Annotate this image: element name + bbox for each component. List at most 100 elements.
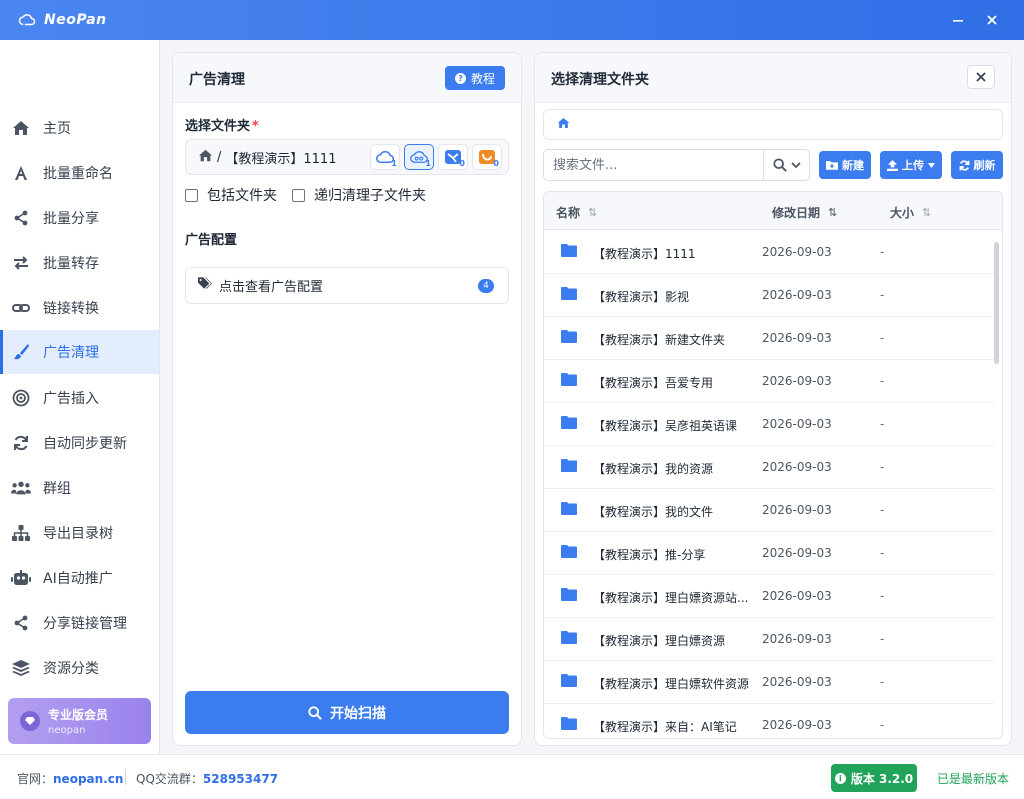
- sidebar-item-label: 批量转存: [43, 256, 99, 272]
- table-row[interactable]: 【教程演示】影视 2026-09-03 -: [544, 274, 994, 317]
- checkbox-box[interactable]: [185, 188, 198, 202]
- row-name: 【教程演示】1111: [593, 247, 696, 261]
- sidebar-item-label: AI自动推广: [43, 571, 113, 587]
- recursive-clean-label: 递归清理子文件夹: [314, 188, 426, 204]
- row-date: 2026-09-03: [762, 288, 832, 302]
- sidebar-item-batch-share[interactable]: 批量分享: [0, 196, 159, 240]
- folder-icon: [561, 631, 577, 644]
- ad-clean-panel: 广告清理 ? 教程 选择文件夹 * / 【教程演示】1111 1 1 0 0 包…: [172, 52, 522, 746]
- row-date: 2026-09-03: [762, 374, 832, 388]
- sidebar-item-label: 广告插入: [43, 391, 99, 407]
- sidebar-item-ad-clean[interactable]: 广告清理: [0, 330, 159, 374]
- search-icon: [772, 158, 787, 172]
- sidebar-item-export-tree[interactable]: 导出目录树: [0, 511, 159, 555]
- breadcrumb-home-icon[interactable]: [557, 117, 570, 133]
- info-icon: i: [834, 772, 846, 784]
- home-icon: [11, 118, 31, 138]
- column-date-header[interactable]: 修改日期 ⇅: [772, 204, 837, 221]
- row-name: 【教程演示】理白嫖资源站...: [593, 591, 749, 605]
- scrollbar-thumb[interactable]: [994, 242, 999, 364]
- close-panel-button[interactable]: [967, 65, 995, 89]
- exchange-icon: [11, 253, 31, 273]
- sidebar-item-home[interactable]: 主页: [0, 106, 159, 150]
- sidebar-item-groups[interactable]: 群组: [0, 466, 159, 510]
- refresh-button[interactable]: 刷新: [951, 151, 1003, 179]
- chevron-down-icon: [790, 161, 801, 168]
- start-scan-button[interactable]: 开始扫描: [185, 691, 509, 734]
- table-row[interactable]: 【教程演示】吴彦祖英语课 2026-09-03 -: [544, 403, 994, 446]
- robot-icon: [11, 568, 31, 588]
- cloud-logo-icon: [18, 14, 36, 26]
- folder-icon: [561, 244, 577, 257]
- table-row[interactable]: 【教程演示】推-分享 2026-09-03 -: [544, 532, 994, 575]
- sidebar-item-batch-rename[interactable]: 批量重命名: [0, 151, 159, 195]
- table-row[interactable]: 【教程演示】我的资源 2026-09-03 -: [544, 446, 994, 489]
- sidebar-item-label: 群组: [43, 481, 71, 497]
- table-row[interactable]: 【教程演示】理白嫖资源站... 2026-09-03 -: [544, 575, 994, 618]
- table-row[interactable]: 【教程演示】新建文件夹 2026-09-03 -: [544, 317, 994, 360]
- folder-icon: [561, 373, 577, 386]
- ad-config-link[interactable]: 点击查看广告配置 4: [185, 267, 509, 304]
- panel-header: 广告清理 ? 教程: [173, 53, 521, 103]
- sidebar-item-resource-category[interactable]: 资源分类: [0, 646, 159, 690]
- panel-header: 选择清理文件夹: [535, 53, 1011, 103]
- share-alt-icon: [11, 613, 31, 633]
- share-icon: [11, 208, 31, 228]
- row-name: 【教程演示】理白嫖资源: [593, 634, 726, 648]
- search-input[interactable]: [553, 151, 763, 179]
- row-size: -: [880, 460, 885, 474]
- folder-icon: [561, 502, 577, 515]
- version-button[interactable]: i 版本 3.2.0: [831, 764, 917, 792]
- sidebar-item-ad-insert[interactable]: 广告插入: [0, 376, 159, 420]
- folder-icon: [561, 459, 577, 472]
- drive-tianyi-button[interactable]: 0: [438, 144, 468, 170]
- upload-button[interactable]: 上传: [880, 151, 942, 179]
- new-folder-button[interactable]: 新建: [819, 151, 871, 179]
- table-row[interactable]: 【教程演示】理白嫖软件资源 2026-09-03 -: [544, 661, 994, 704]
- vip-card[interactable]: 专业版会员 neopan: [8, 698, 151, 744]
- folder-icon: [561, 416, 577, 429]
- tutorial-button[interactable]: ? 教程: [444, 66, 505, 90]
- row-name: 【教程演示】推-分享: [593, 548, 706, 562]
- close-window-button[interactable]: [972, 0, 1012, 40]
- sidebar-item-share-link-manage[interactable]: 分享链接管理: [0, 601, 159, 645]
- row-date: 2026-09-03: [762, 546, 832, 560]
- row-size: -: [880, 374, 885, 388]
- official-site[interactable]: 官网：neopan.cn: [17, 770, 123, 787]
- brush-icon: [11, 342, 31, 362]
- include-folder-checkbox[interactable]: 包括文件夹: [185, 185, 277, 205]
- footer: 官网：neopan.cn QQ交流群：528953477 i 版本 3.2.0 …: [0, 754, 1024, 799]
- drive-uc-button[interactable]: 0: [472, 144, 502, 170]
- layers-icon: [11, 658, 31, 678]
- caret-down-icon: [928, 162, 935, 168]
- table-row[interactable]: 【教程演示】吾爱专用 2026-09-03 -: [544, 360, 994, 403]
- sidebar-item-batch-transfer[interactable]: 批量转存: [0, 241, 159, 285]
- sidebar-item-link-convert[interactable]: 链接转换: [0, 286, 159, 330]
- column-size-header[interactable]: 大小 ⇅: [890, 204, 931, 221]
- link-icon: [11, 298, 31, 318]
- select-folder-label: 选择文件夹 *: [185, 119, 259, 134]
- table-row[interactable]: 【教程演示】理白嫖资源 2026-09-03 -: [544, 618, 994, 661]
- row-name: 【教程演示】吾爱专用: [593, 376, 714, 390]
- table-row[interactable]: 【教程演示】1111 2026-09-03 -: [544, 231, 994, 274]
- include-folder-label: 包括文件夹: [207, 188, 277, 204]
- qq-group[interactable]: QQ交流群：528953477: [136, 770, 278, 787]
- folder-icon: [561, 717, 577, 730]
- search-button[interactable]: [763, 150, 809, 180]
- drive-cloud-button[interactable]: 1: [370, 144, 400, 170]
- table-row[interactable]: 【教程演示】来自：AI笔记 2026-09-03 -: [544, 704, 994, 738]
- row-name: 【教程演示】我的文件: [593, 505, 714, 519]
- panel-title: 选择清理文件夹: [551, 72, 649, 88]
- recursive-clean-checkbox[interactable]: 递归清理子文件夹: [292, 185, 426, 205]
- sidebar-item-auto-sync[interactable]: 自动同步更新: [0, 421, 159, 465]
- drive-baidu-button[interactable]: 1: [404, 144, 434, 170]
- row-name: 【教程演示】新建文件夹: [593, 333, 726, 347]
- checkbox-box[interactable]: [292, 188, 305, 202]
- sidebar-item-ai-promote[interactable]: AI自动推广: [0, 556, 159, 600]
- folder-path-box[interactable]: / 【教程演示】1111 1 1 0 0: [185, 139, 509, 175]
- sort-icon: ⇅: [588, 206, 598, 219]
- column-name-header[interactable]: 名称 ⇅: [556, 204, 597, 221]
- table-row[interactable]: 【教程演示】我的文件 2026-09-03 -: [544, 489, 994, 532]
- font-icon: [11, 163, 31, 183]
- breadcrumb: [543, 109, 1003, 140]
